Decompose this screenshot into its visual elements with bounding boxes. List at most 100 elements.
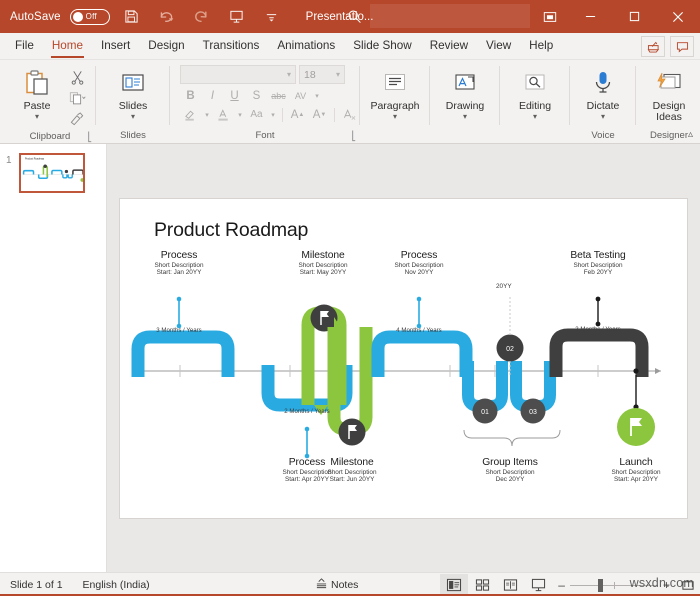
- paragraph-group-label: [360, 129, 430, 143]
- zoom-slider[interactable]: [570, 585, 658, 586]
- paste-dropdown-icon[interactable]: ▾: [35, 113, 39, 120]
- change-case-button[interactable]: Aa: [246, 105, 267, 124]
- label-process-3-desc: Short Description: [369, 262, 469, 269]
- tab-transitions[interactable]: Transitions: [194, 33, 269, 59]
- label-process-3[interactable]: Process Short Description Nov 20YY: [369, 250, 469, 277]
- undo-icon[interactable]: [154, 5, 180, 29]
- slide-thumbnail-pane: 1 Product Roadmap: [0, 144, 107, 572]
- design-ideas-button[interactable]: Design Ideas: [642, 63, 696, 123]
- underline-button[interactable]: U: [224, 86, 245, 105]
- character-spacing-button[interactable]: AV: [290, 86, 311, 105]
- tab-file[interactable]: File: [6, 33, 43, 59]
- highlight-color-icon[interactable]: [180, 105, 201, 124]
- paste-button[interactable]: Paste ▾: [10, 63, 64, 120]
- font-name-input[interactable]: ▾: [180, 65, 296, 84]
- label-launch[interactable]: Launch Short Description Start: Apr 20YY: [586, 457, 686, 484]
- duration-process-3: 4 Months / Years: [379, 327, 459, 334]
- slide-thumbnail-1[interactable]: Product Roadmap: [19, 153, 85, 193]
- highlight-dropdown-icon[interactable]: ▾: [202, 105, 212, 124]
- voice-group-label: Voice: [570, 129, 636, 143]
- font-color-dropdown-icon[interactable]: ▾: [235, 105, 245, 124]
- thumbnail-row: 1 Product Roadmap: [0, 153, 106, 193]
- format-painter-button[interactable]: [64, 109, 90, 130]
- copy-button[interactable]: [64, 88, 90, 109]
- customize-quick-access-icon[interactable]: [259, 5, 285, 29]
- reading-view-button[interactable]: [496, 574, 524, 596]
- close-button[interactable]: [656, 0, 700, 33]
- drawing-label: Drawing: [446, 101, 485, 112]
- tab-home[interactable]: Home: [43, 33, 92, 59]
- autosave-toggle-knob: [73, 12, 83, 22]
- label-milestone-1-desc: Short Description: [273, 262, 373, 269]
- start-presentation-icon[interactable]: [224, 5, 250, 29]
- clipboard-dialog-launcher[interactable]: ⎣: [88, 130, 93, 144]
- increase-font-size-button[interactable]: A▲: [287, 105, 308, 124]
- slide-show-view-button[interactable]: [524, 574, 552, 596]
- save-icon[interactable]: [119, 5, 145, 29]
- font-size-input[interactable]: 18 ▾: [299, 65, 345, 84]
- zoom-out-button[interactable]: –: [558, 580, 565, 590]
- maximize-button[interactable]: [612, 0, 656, 33]
- decrease-font-size-button[interactable]: A▼: [309, 105, 330, 124]
- cut-button[interactable]: [64, 67, 90, 88]
- zoom-in-button[interactable]: +: [663, 580, 670, 590]
- slide-canvas[interactable]: Product Roadmap: [120, 199, 687, 518]
- editing-button[interactable]: Editing ▾: [508, 63, 562, 120]
- slides-icon: [120, 66, 146, 100]
- drawing-button[interactable]: Drawing ▾: [438, 63, 492, 120]
- search-icon[interactable]: [343, 5, 365, 27]
- paragraph-dropdown-icon[interactable]: ▾: [393, 113, 397, 120]
- label-group-items[interactable]: Group Items Short Description Dec 20YY: [460, 457, 560, 484]
- change-case-dropdown-icon[interactable]: ▾: [268, 105, 278, 124]
- slides-group-label: Slides: [96, 129, 170, 143]
- search-input[interactable]: [370, 4, 530, 28]
- character-spacing-dropdown-icon[interactable]: ▾: [312, 86, 322, 105]
- minimize-button[interactable]: [568, 0, 612, 33]
- label-milestone-1[interactable]: Milestone Short Description Start: May 2…: [273, 250, 373, 277]
- launch-connector-dot-top: [633, 368, 638, 373]
- editing-dropdown-icon[interactable]: ▾: [533, 113, 537, 120]
- slides-label: Slides: [119, 101, 148, 112]
- tab-review[interactable]: Review: [421, 33, 477, 59]
- font-color-icon[interactable]: [213, 105, 234, 124]
- dictate-button[interactable]: Dictate ▾: [576, 63, 630, 120]
- bold-button[interactable]: B: [180, 86, 201, 105]
- slides-button[interactable]: Slides ▾: [106, 63, 160, 120]
- tab-design[interactable]: Design: [139, 33, 193, 59]
- font-name-dropdown-icon[interactable]: ▾: [287, 70, 291, 79]
- slide-count-label[interactable]: Slide 1 of 1: [0, 579, 73, 591]
- fit-slide-to-window-icon[interactable]: [676, 574, 700, 596]
- italic-button[interactable]: I: [202, 86, 223, 105]
- tab-view[interactable]: View: [477, 33, 520, 59]
- slides-dropdown-icon[interactable]: ▾: [131, 113, 135, 120]
- drawing-dropdown-icon[interactable]: ▾: [463, 113, 467, 120]
- paragraph-button[interactable]: Paragraph ▾: [368, 63, 422, 120]
- language-label[interactable]: English (India): [73, 579, 160, 591]
- collapse-ribbon-icon[interactable]: ▵: [688, 129, 693, 140]
- ribbon-display-options-icon[interactable]: [532, 0, 568, 33]
- text-shadow-button[interactable]: S: [246, 86, 267, 105]
- tab-help[interactable]: Help: [520, 33, 562, 59]
- label-process-1[interactable]: Process Short Description Start: Jan 20Y…: [129, 250, 229, 277]
- label-beta-testing-start: Feb 20YY: [548, 269, 648, 276]
- tab-insert[interactable]: Insert: [92, 33, 139, 59]
- tab-animations[interactable]: Animations: [268, 33, 344, 59]
- clear-formatting-icon[interactable]: [339, 105, 360, 124]
- label-beta-testing[interactable]: Beta Testing Short Description Feb 20YY: [548, 250, 648, 277]
- strikethrough-button[interactable]: abc: [268, 86, 289, 105]
- zoom-slider-handle[interactable]: [598, 579, 603, 592]
- autosave-toggle[interactable]: Off: [70, 9, 110, 25]
- notes-button[interactable]: Notes: [307, 577, 366, 592]
- font-size-dropdown-icon[interactable]: ▾: [336, 70, 340, 79]
- label-process-1-start: Start: Jan 20YY: [129, 269, 229, 276]
- dictate-dropdown-icon[interactable]: ▾: [601, 113, 605, 120]
- label-launch-start: Start: Apr 20YY: [586, 476, 686, 483]
- tab-slide-show[interactable]: Slide Show: [344, 33, 420, 59]
- slide-sorter-view-button[interactable]: [468, 574, 496, 596]
- normal-view-button[interactable]: [440, 574, 468, 596]
- redo-icon[interactable]: [189, 5, 215, 29]
- share-icon[interactable]: [641, 36, 665, 57]
- comments-icon[interactable]: [670, 36, 694, 57]
- font-dialog-launcher[interactable]: ⎣: [352, 129, 357, 143]
- label-milestone-2[interactable]: Milestone Short Description Start: Jun 2…: [302, 457, 402, 484]
